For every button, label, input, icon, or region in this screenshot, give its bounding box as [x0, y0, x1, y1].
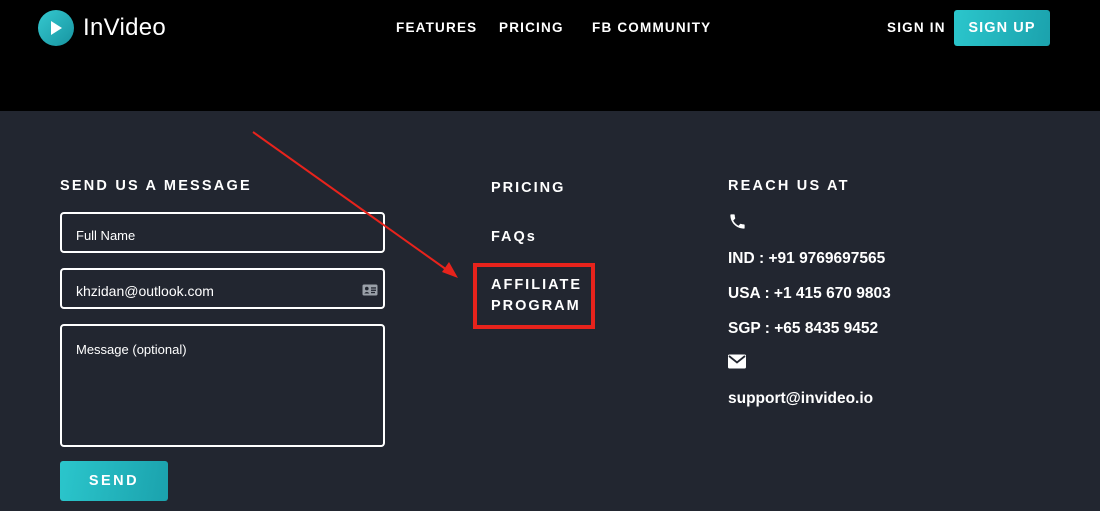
annotation-arrow — [252, 131, 458, 278]
